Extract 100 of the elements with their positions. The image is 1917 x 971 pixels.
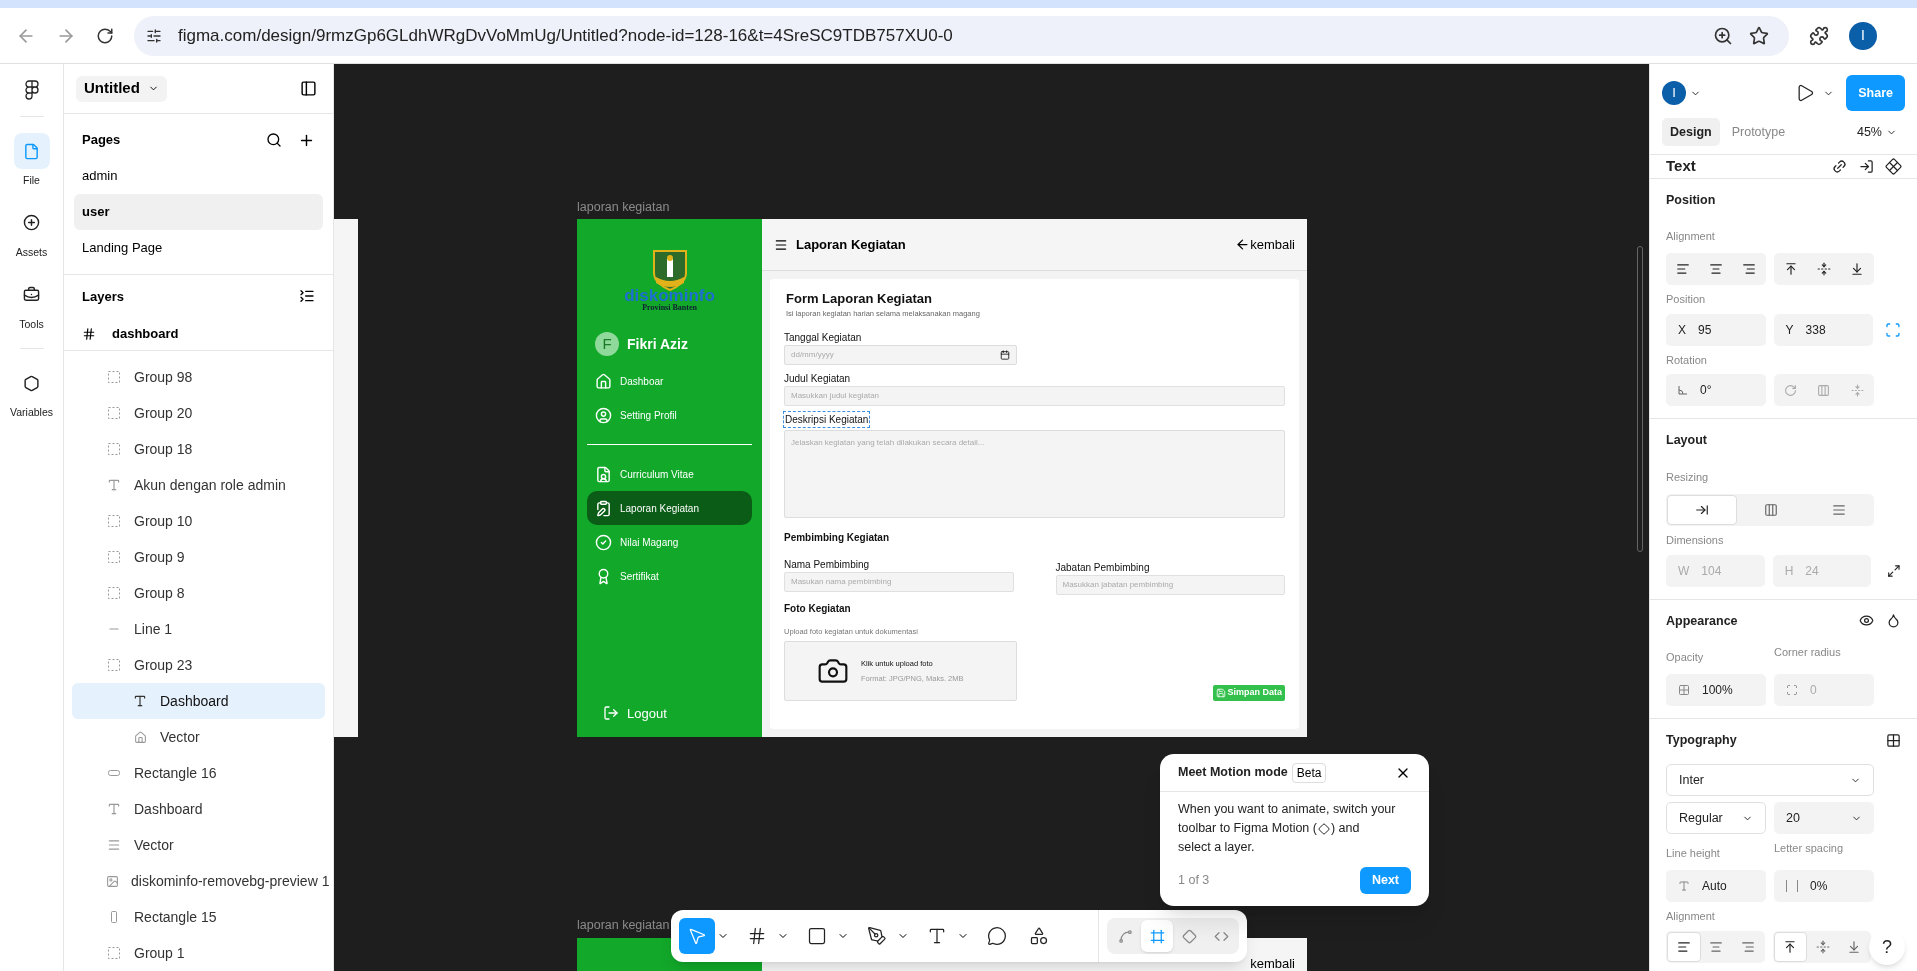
align-horizontal-group[interactable] — [1666, 253, 1766, 286]
segment-button[interactable] — [1773, 931, 1808, 962]
user-avatar[interactable]: I — [1662, 81, 1686, 105]
help-button[interactable]: ? — [1869, 929, 1905, 965]
segment-button[interactable] — [1667, 931, 1701, 962]
property-label: Resizing — [1666, 471, 1709, 483]
layer-item[interactable]: Dashboard — [72, 791, 325, 827]
logo-name: diskominfo — [624, 287, 715, 304]
layer-item[interactable]: Group 18 — [72, 431, 325, 467]
input-field[interactable]: 0° — [1666, 374, 1766, 407]
section-title: Typography — [1666, 732, 1737, 750]
layer-item[interactable]: Vector — [72, 827, 325, 863]
lines-icon — [1832, 503, 1846, 517]
date-field[interactable]: dd/mm/yyyy — [784, 344, 1017, 365]
styles-icon[interactable] — [1886, 733, 1901, 749]
layer-item[interactable]: Group 8 — [72, 575, 325, 611]
page-item[interactable]: user — [74, 194, 323, 231]
text-input[interactable]: Masukan nama pembimbing — [791, 575, 1007, 588]
layer-item[interactable]: Group 23 — [72, 647, 325, 683]
figma-logo-icon[interactable] — [24, 80, 39, 100]
layer-item[interactable]: Akun dengan role admin — [72, 467, 325, 503]
dashed-square-icon — [108, 659, 120, 671]
popup-text: select a layer. — [1178, 839, 1255, 856]
text-field[interactable]: Masukkan jabatan pembimbing — [1055, 574, 1285, 595]
speech-bubble-icon — [987, 926, 1007, 946]
house-icon — [595, 372, 612, 390]
page-title: Laporan Kegiatan — [796, 235, 906, 254]
component-icon[interactable] — [1882, 155, 1905, 177]
layer-item[interactable]: Group 9 — [72, 539, 325, 575]
hash-icon — [82, 326, 96, 341]
collapse-list-icon[interactable] — [299, 288, 315, 305]
layer-item[interactable]: Group 10 — [72, 503, 325, 539]
dashed-square-icon — [108, 515, 120, 527]
align-bottom-icon[interactable] — [1850, 262, 1865, 277]
layer-name: Rectangle 16 — [134, 763, 217, 783]
input-field[interactable]: 100% — [1666, 674, 1766, 707]
square-icon — [807, 926, 827, 946]
input-field[interactable]: X 95 — [1666, 313, 1766, 346]
panel-tab[interactable]: Design — [1662, 118, 1720, 146]
frame-label: laporan kegiatan — [577, 917, 670, 934]
align-center-icon[interactable] — [1709, 262, 1723, 277]
sidebar-toggle-icon[interactable] — [300, 80, 317, 97]
layer-item[interactable]: Group 20 — [72, 395, 325, 431]
layer-name: Akun dengan role admin — [134, 475, 286, 495]
align-left-icon[interactable] — [1675, 262, 1690, 277]
layers-title: Layers — [82, 287, 124, 306]
zoom-icon[interactable] — [1713, 25, 1733, 46]
search-icon[interactable] — [266, 132, 282, 149]
layer-name: Rectangle 15 — [134, 907, 217, 927]
input-field[interactable]: Auto — [1666, 870, 1766, 902]
text-field[interactable]: Masukan nama pembimbing — [784, 571, 1014, 592]
text-input[interactable]: Masukkan jabatan pembimbing — [1062, 578, 1278, 591]
text-input[interactable]: Masukkan judul kegiatan — [791, 389, 1278, 402]
layer-item[interactable]: Group 1 — [72, 935, 325, 971]
star-icon[interactable] — [1749, 25, 1769, 46]
extensions-icon[interactable] — [1809, 25, 1829, 46]
layer-item[interactable]: Group 98 — [72, 359, 325, 395]
font-dropdown[interactable]: Inter — [1666, 764, 1874, 796]
text-field[interactable]: Masukkan judul kegiatan — [784, 385, 1285, 406]
page-item[interactable]: admin — [74, 158, 323, 195]
layer-item[interactable]: Vector — [72, 719, 325, 755]
align-vertical-group[interactable] — [1774, 253, 1874, 286]
input-field[interactable]: 0% — [1774, 870, 1874, 902]
size-dropdown[interactable]: 20 — [1774, 802, 1874, 834]
frame-layer[interactable]: dashboard — [64, 317, 333, 351]
weight-dropdown[interactable]: Regular — [1666, 802, 1766, 834]
mode-button[interactable] — [1141, 920, 1173, 952]
droplet-icon[interactable] — [1886, 613, 1901, 629]
address-bar[interactable]: figma.com/design/9rmzGp6GLdhWRgDvVoMmUg/Untitled?node-id=128-16&t=4SreSC9TDB757XU0-0 — [134, 15, 1789, 56]
text-icon — [133, 694, 147, 708]
layer-item[interactable]: Rectangle 16 — [72, 755, 325, 791]
eye-icon[interactable] — [1859, 613, 1874, 629]
panel-tab[interactable]: Prototype — [1723, 118, 1794, 146]
field-value: 24 — [1805, 562, 1819, 580]
description-field[interactable]: Jelaskan kegiatan yang telah dilakukan secara detail... — [784, 429, 1285, 518]
nav-item[interactable]: Laporan Kegiatan — [587, 491, 752, 525]
back-link[interactable]: kembali — [1235, 234, 1295, 255]
field-label: Jabatan Pembimbing — [1055, 560, 1151, 575]
resize-icon[interactable] — [1887, 563, 1901, 578]
layer-item[interactable]: Dashboard — [72, 683, 325, 719]
date-input[interactable]: dd/mm/yyyy — [791, 348, 887, 361]
site-settings-icon[interactable] — [146, 27, 162, 44]
align-middle-icon[interactable] — [1817, 262, 1831, 277]
file-name-dropdown[interactable]: Untitled — [76, 75, 167, 102]
reload-icon[interactable] — [96, 26, 114, 45]
align-top-icon[interactable] — [1783, 262, 1798, 277]
calendar-icon[interactable] — [1000, 349, 1010, 360]
page-item[interactable]: Landing Page — [74, 230, 323, 267]
enter-icon[interactable] — [1859, 158, 1874, 174]
menu-icon[interactable] — [774, 237, 788, 252]
dashed-square-icon — [108, 371, 120, 383]
zoom-dropdown[interactable]: 45% — [1856, 122, 1905, 142]
input-field[interactable]: Y 338 — [1773, 313, 1874, 346]
layer-item[interactable]: Line 1 — [72, 611, 325, 647]
align-right-icon[interactable] — [1742, 262, 1757, 277]
layer-name: Group 18 — [134, 439, 193, 459]
field-value: 100% — [1702, 682, 1733, 700]
profile-avatar[interactable]: I — [1849, 21, 1877, 50]
description-input[interactable]: Jelaskan kegiatan yang telah dilakukan secara detail... — [791, 436, 1278, 511]
layer-item[interactable]: Rectangle 15 — [72, 899, 325, 935]
